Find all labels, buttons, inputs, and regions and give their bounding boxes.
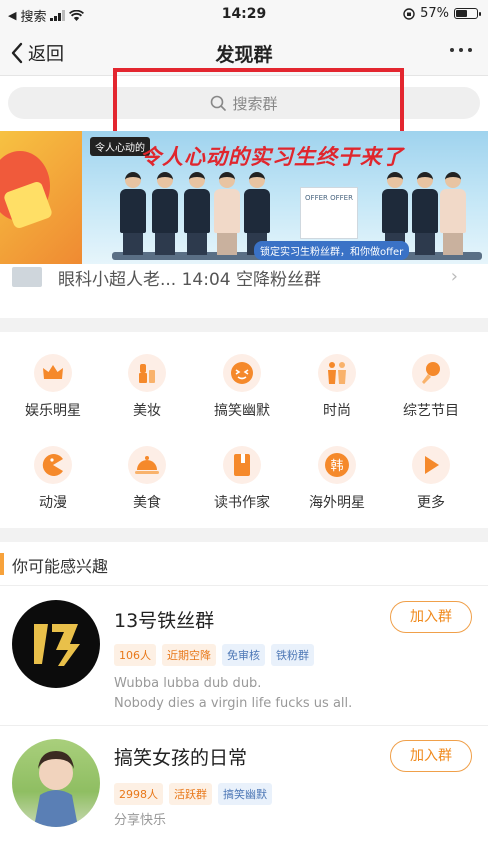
category-label: 动漫 [39,495,67,511]
group-tags: 106人 近期空降 免审核 铁粉群 [114,644,314,666]
join-group-button[interactable]: 加入群 [390,740,472,772]
korean-char-icon: 韩 [318,446,356,484]
group-item[interactable]: 搞笑女孩的日常 2998人 活跃群 搞笑幽默 分享快乐 加入群 [0,727,488,842]
fashion-icon [318,354,356,392]
section-title: 你可能感兴趣 [12,557,109,576]
more-options-icon[interactable] [450,48,472,52]
group-avatar [12,739,100,827]
category-books[interactable]: 读书作家 [202,446,282,512]
highlight-box [113,68,404,136]
category-label: 娱乐明星 [25,403,81,419]
crown-icon [34,354,72,392]
tag-recent-join: 近期空降 [162,644,216,666]
group-description: 分享快乐 [114,813,167,828]
banner-person [412,172,438,258]
group-avatar [12,600,100,688]
category-label: 读书作家 [214,495,270,511]
category-overseas[interactable]: 韩 海外明星 [297,446,377,512]
group-tags: 2998人 活跃群 搞笑幽默 [114,783,272,805]
category-label: 时尚 [323,403,351,419]
category-entertainment[interactable]: 娱乐明星 [13,354,93,420]
girl-photo-icon [34,751,78,827]
battery-icon [454,8,481,19]
category-more[interactable]: 更多 [391,446,471,512]
banner-headline: 令人心动的实习生终于来了 [140,145,404,169]
food-cloche-icon [128,446,166,484]
pacman-icon [34,446,72,484]
tag-active: 活跃群 [169,783,212,805]
laugh-face-icon [223,354,261,392]
status-bar: ◀ 搜索 14:29 57% [0,0,488,30]
banner-person [440,172,466,258]
category-fashion[interactable]: 时尚 [297,354,377,420]
orientation-lock-icon [403,7,415,20]
category-grid: 娱乐明星 美妆 搞笑幽默 时尚 综艺节目 动漫 美食 读书作家 韩 海外明星 更… [0,332,488,528]
category-label: 美妆 [133,403,161,419]
group-name: 搞笑女孩的日常 [114,747,248,769]
section-accent-bar [0,553,4,575]
section-divider [0,318,488,332]
category-label: 更多 [417,495,445,511]
svg-text:韩: 韩 [330,459,343,474]
banner-main-slide: 令人心动的 令人心动的实习生终于来了 OFFER OFFER 锁定实习生粉丝群，… [82,131,488,264]
section-header: 你可能感兴趣 [0,542,488,586]
group-description: Wubba lubba dub dub. Nobody dies a virgi… [114,676,353,711]
promo-banner[interactable]: 令人心动的 令人心动的实习生终于来了 OFFER OFFER 锁定实习生粉丝群，… [0,131,488,264]
notice-text: 眼科小超人老... 14:04 空降粉丝群 [58,269,322,290]
tag-fan-group: 铁粉群 [271,644,314,666]
category-makeup[interactable]: 美妆 [107,354,187,420]
category-anime[interactable]: 动漫 [13,446,93,512]
category-label: 搞笑幽默 [214,403,270,419]
category-label: 海外明星 [309,495,365,511]
chevron-right-icon: › [450,266,458,287]
banner-person [152,172,178,258]
banner-person [120,172,146,258]
activity-notice[interactable]: 眼科小超人老... 14:04 空降粉丝群 › [0,264,488,290]
category-label: 综艺节目 [403,403,459,419]
banner-subtitle: 锁定实习生粉丝群，和你做offer [254,241,410,260]
tag-member-count: 106人 [114,644,156,666]
tag-no-review: 免审核 [222,644,265,666]
status-right: 57% [403,6,481,21]
banner-prev-slide [0,131,82,264]
category-label: 美食 [133,495,161,511]
group-item[interactable]: 13号铁丝群 106人 近期空降 免审核 铁粉群 Wubba lubba dub… [0,586,488,726]
logo-13-icon [34,624,80,666]
microphone-icon [412,354,450,392]
notice-thumbnail [12,267,42,287]
category-food[interactable]: 美食 [107,446,187,512]
category-variety[interactable]: 综艺节目 [391,354,471,420]
book-icon [223,446,261,484]
banner-offer-card: OFFER OFFER [300,187,358,239]
banner-person [214,172,240,258]
group-name: 13号铁丝群 [114,610,215,632]
category-funny[interactable]: 搞笑幽默 [202,354,282,420]
lipstick-icon [128,354,166,392]
join-group-button[interactable]: 加入群 [390,601,472,633]
section-divider [0,528,488,542]
play-more-icon [412,446,450,484]
tag-member-count: 2998人 [114,783,163,805]
banner-person [184,172,210,258]
page-title: 发现群 [215,44,273,66]
tag-category: 搞笑幽默 [218,783,272,805]
battery-percent: 57% [420,6,449,21]
